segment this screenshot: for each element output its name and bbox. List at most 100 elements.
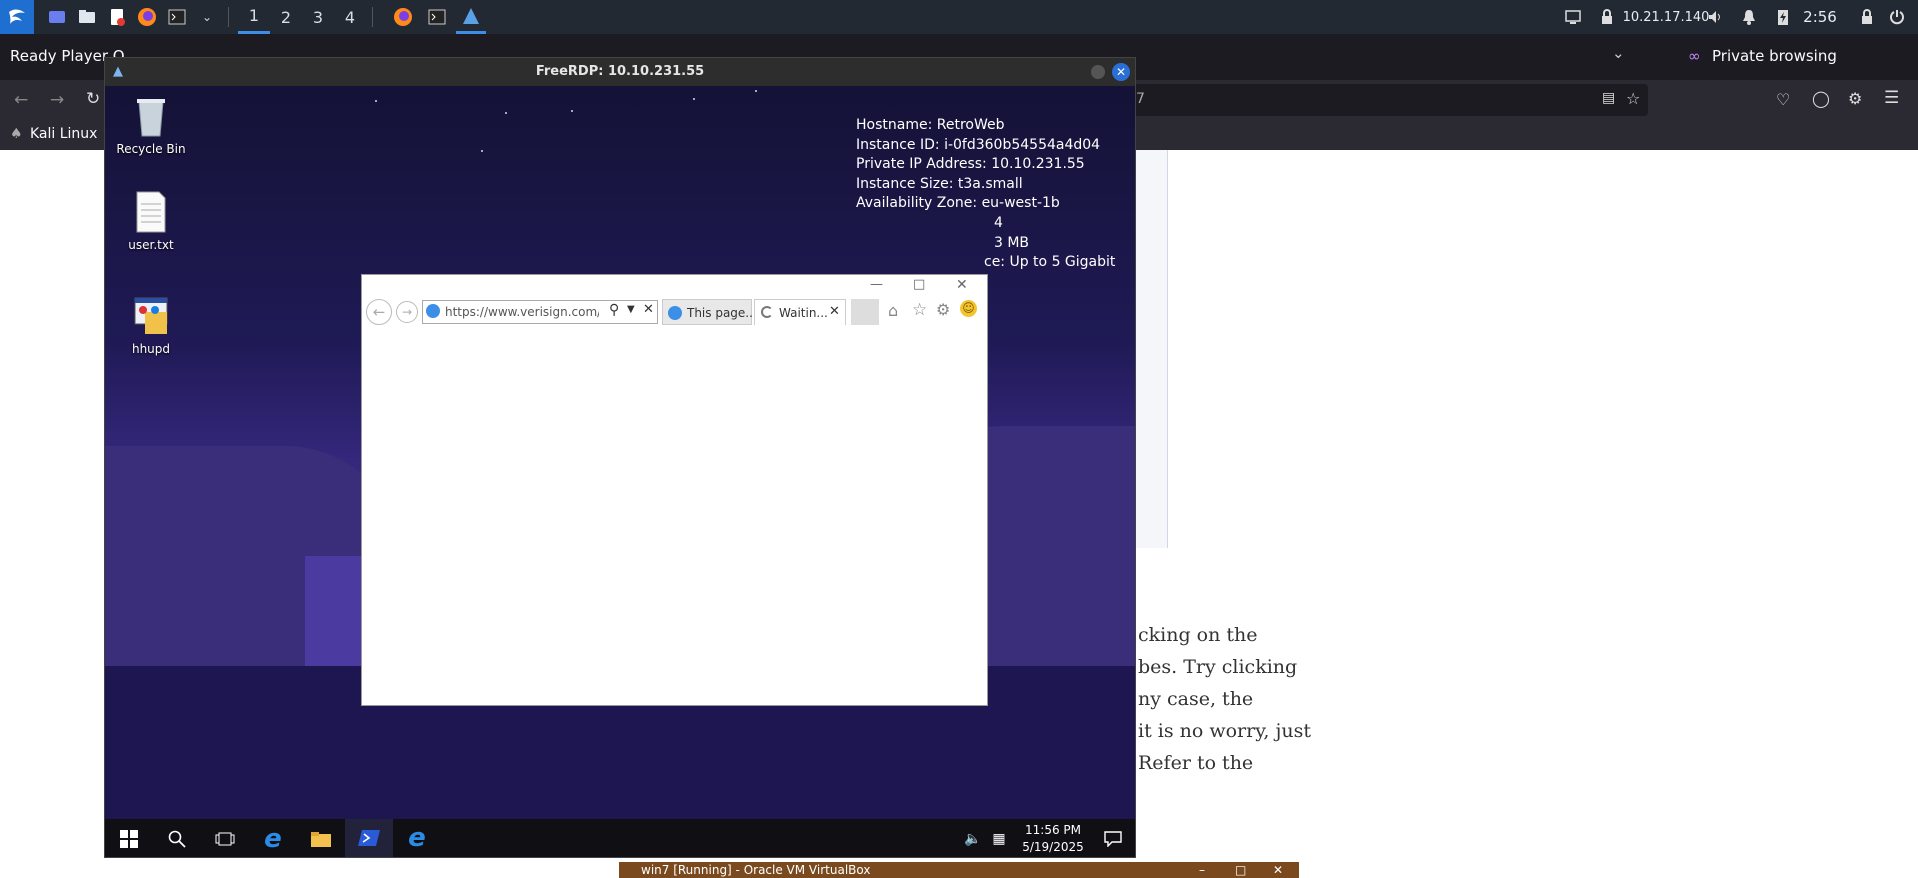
bginfo-line: Private IP Address: 10.10.231.55 [856, 156, 1085, 173]
bginfo-line: Availability Zone: eu-west-1b [856, 195, 1060, 212]
stop-icon[interactable]: ✕ [643, 302, 654, 317]
desktop-icon-recycle-bin[interactable]: Recycle Bin [109, 94, 193, 156]
ie-tab-icon [668, 306, 682, 320]
freerdp-app-icon: ▲ [113, 64, 123, 79]
battery-icon [1772, 0, 1794, 34]
url-text: 7 [1136, 91, 1145, 107]
installer-icon [131, 294, 171, 338]
close-icon[interactable]: ✕ [1273, 862, 1283, 878]
workspace-3[interactable]: 3 [302, 0, 334, 34]
recycle-bin-icon [131, 94, 171, 138]
workspace-4[interactable]: 4 [334, 0, 366, 34]
logout-icon[interactable] [1886, 0, 1908, 34]
vpn-lock-icon [1597, 0, 1617, 34]
reader-view-icon[interactable]: ▤ [1602, 90, 1615, 106]
ie-page-area[interactable] [362, 335, 987, 705]
bookmark-star-icon[interactable]: ☆ [1626, 89, 1640, 108]
minimize-icon[interactable] [1091, 65, 1105, 79]
screen-icon[interactable] [1562, 0, 1584, 34]
workspace-2[interactable]: 2 [270, 0, 302, 34]
reload-icon[interactable]: ↻ [86, 89, 100, 109]
bginfo-line: ce: Up to 5 Gigabit [984, 254, 1116, 271]
desktop-icon-hhupd[interactable]: hhupd [109, 294, 193, 356]
terminal-icon[interactable] [162, 0, 192, 34]
back-icon[interactable]: ← [366, 299, 392, 325]
windows-taskbar: e e 🔈 ▦ 11:56 PM 5/19/2025 [105, 819, 1135, 857]
maximize-icon[interactable]: □ [913, 277, 925, 292]
feedback-smiley-icon[interactable]: ☺ [960, 300, 977, 317]
ie-tab-this-page[interactable]: This page... [662, 299, 757, 325]
ie-tab-label: This page... [687, 306, 757, 320]
lock-screen-icon[interactable] [1856, 0, 1878, 34]
search-icon[interactable] [153, 819, 201, 857]
ip-address: 10.21.17.140 [1622, 9, 1710, 25]
notification-bell-icon[interactable] [1738, 0, 1760, 34]
file-manager-icon[interactable] [72, 0, 102, 34]
volume-muted-icon[interactable]: 🔈 [961, 819, 985, 857]
desktop-icon-user-txt[interactable]: user.txt [109, 190, 193, 252]
article-text-line: it is no worry, just [1138, 720, 1312, 742]
search-icon[interactable]: ⚲ [609, 302, 619, 318]
file-explorer-icon[interactable] [297, 819, 345, 857]
ie-tab-label: Waitin... [779, 306, 828, 320]
bginfo-line: 3 MB [994, 234, 1030, 251]
chevron-down-icon[interactable]: ⌄ [192, 0, 222, 34]
forward-icon[interactable]: → [50, 90, 64, 110]
taskbar-time: 11:56 PM [1025, 823, 1081, 837]
close-tab-icon[interactable]: ✕ [829, 304, 840, 319]
bookmark-kali-linux[interactable]: Kali Linux [30, 126, 97, 142]
ie-address-bar[interactable]: https://www.verisign.com/rep ⚲ ▼ ✕ [422, 300, 658, 324]
tools-gear-icon[interactable]: ⚙ [936, 300, 950, 319]
network-icon[interactable]: ▦ [987, 819, 1011, 857]
text-editor-icon[interactable] [102, 0, 132, 34]
bginfo-line: Hostname: RetroWeb [856, 117, 1005, 133]
freerdp-titlebar[interactable]: ▲ FreeRDP: 10.10.231.55 ✕ [105, 58, 1135, 86]
freerdp-task-icon[interactable] [456, 0, 486, 34]
account-icon[interactable]: ◯ [1812, 89, 1830, 108]
extensions-icon[interactable]: ⚙ [1848, 89, 1862, 108]
terminal-task-icon[interactable] [422, 0, 452, 34]
virtualbox-title: win7 [Running] - Oracle VM VirtualBox [641, 863, 871, 877]
desktop-icon-label: user.txt [128, 238, 174, 252]
firefox-task-icon[interactable] [388, 0, 418, 34]
taskbar-date: 5/19/2025 [1022, 840, 1084, 854]
favorites-star-icon[interactable]: ☆ [912, 300, 927, 320]
ie-toolbar: — □ ✕ ← → https://www.verisign.com/rep ⚲… [362, 275, 987, 335]
action-center-icon[interactable] [1089, 819, 1135, 857]
tabs-dropdown-icon[interactable]: ⌄ [1612, 44, 1625, 62]
bginfo-system-info: Hostname: RetroWeb Instance ID: i-0fd360… [856, 116, 1115, 273]
close-icon[interactable]: ✕ [956, 277, 968, 293]
windows-desktop: Recycle Bin user.txt hhupd Hostname: Ret… [105, 86, 1135, 819]
clock[interactable]: 2:56 [1800, 0, 1840, 34]
ie-address-text[interactable]: https://www.verisign.com/rep [445, 305, 599, 319]
volume-icon[interactable] [1704, 0, 1726, 34]
internet-explorer-window: — □ ✕ ← → https://www.verisign.com/rep ⚲… [361, 274, 988, 706]
maximize-icon[interactable]: □ [1235, 862, 1246, 878]
chevron-down-icon[interactable]: ▼ [627, 304, 635, 315]
workspace-1[interactable]: 1 [238, 0, 270, 34]
kali-top-panel: ⌄ 1 2 3 4 10.21.17.140 2:56 [0, 0, 1918, 34]
home-icon[interactable]: ⌂ [888, 301, 898, 320]
ie-new-tab-button[interactable] [851, 299, 879, 325]
task-view-icon[interactable] [201, 819, 249, 857]
internet-explorer-icon[interactable]: e [249, 819, 297, 857]
minimize-icon[interactable]: – [1199, 862, 1205, 878]
menu-icon[interactable]: ☰ [1884, 88, 1899, 108]
url-bar[interactable]: 7 ▤ ☆ [1100, 84, 1648, 116]
article-text-line: cking on the [1138, 624, 1258, 646]
forward-icon[interactable]: → [396, 301, 418, 323]
internet-explorer-running-icon[interactable]: e [393, 819, 441, 857]
close-icon[interactable]: ✕ [1112, 63, 1130, 81]
virtualbox-window-titlebar[interactable]: win7 [Running] - Oracle VM VirtualBox – … [619, 862, 1299, 878]
freerdp-window: ▲ FreeRDP: 10.10.231.55 ✕ Recycle Bin us… [104, 57, 1136, 858]
powershell-icon[interactable] [345, 819, 393, 857]
taskbar-clock[interactable]: 11:56 PM 5/19/2025 [1013, 822, 1093, 856]
minimize-icon[interactable]: — [870, 277, 883, 292]
firefox-icon[interactable] [132, 0, 162, 34]
ie-tab-waiting[interactable]: Waitin... ✕ [754, 299, 846, 325]
back-icon[interactable]: ← [14, 90, 28, 110]
kali-menu-icon[interactable] [0, 0, 34, 34]
desktop-icon[interactable] [42, 0, 72, 34]
pocket-icon[interactable]: ♡ [1776, 90, 1790, 109]
start-button[interactable] [105, 819, 153, 857]
